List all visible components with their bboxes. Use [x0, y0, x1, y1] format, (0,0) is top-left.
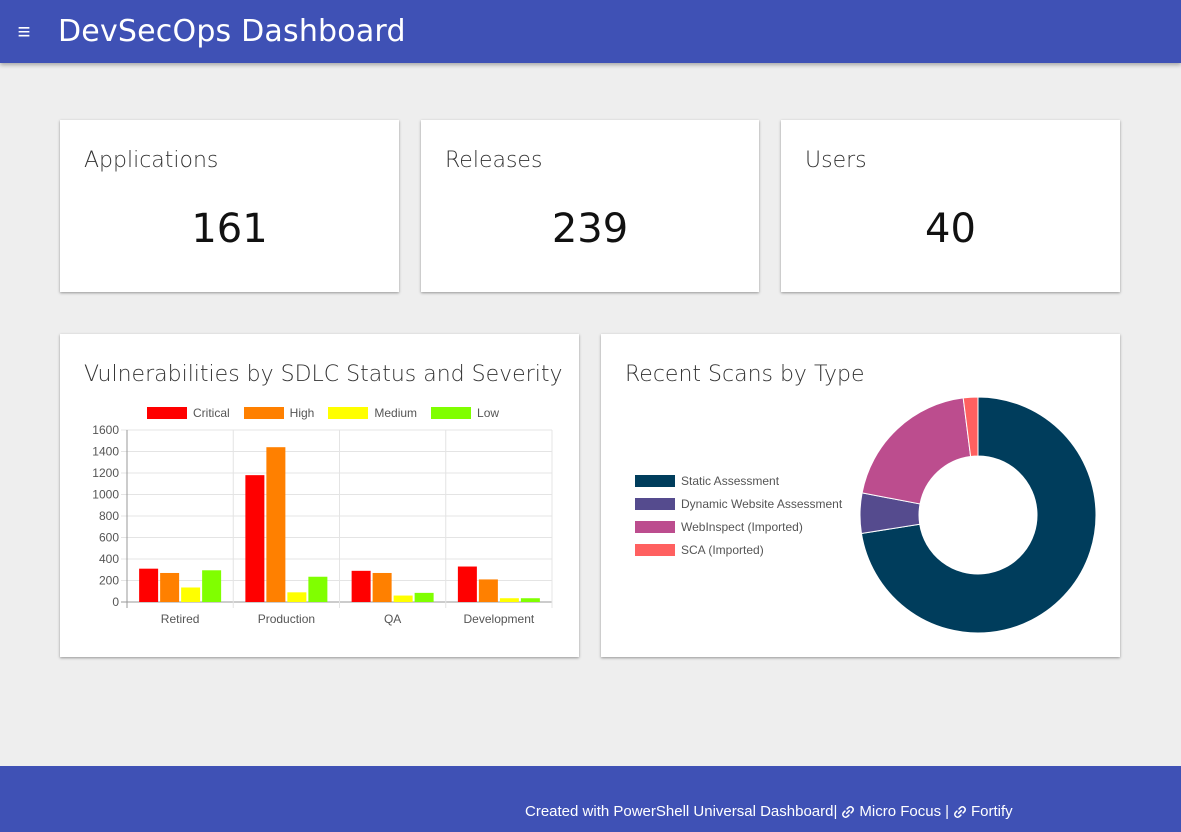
bar-low-retired[interactable]: [202, 570, 222, 602]
app-bar: ≡ DevSecOps Dashboard: [0, 0, 1181, 63]
vulnerabilities-bar-chart: 0 200 400 600 800 1000 1200 1400 1600 Retired Prod…: [92, 423, 553, 626]
footer-credit: Created with PowerShell Universal Dashbo…: [525, 803, 838, 820]
x-tick-label: QA: [384, 612, 401, 626]
menu-icon[interactable]: ≡: [0, 0, 48, 63]
users-count: 40: [925, 206, 976, 252]
bar-high-development[interactable]: [478, 579, 498, 602]
bar-low-development[interactable]: [520, 598, 540, 602]
footer: Created with PowerShell Universal Dashbo…: [0, 766, 1181, 832]
y-tick-label: 1000: [92, 488, 119, 502]
y-tick-label: 0: [112, 595, 119, 609]
bar-critical-production[interactable]: [245, 475, 265, 602]
applications-count: 161: [191, 206, 268, 252]
footer-separator: |: [945, 803, 949, 820]
users-title: Users: [805, 148, 867, 173]
bar-medium-development[interactable]: [499, 598, 519, 602]
scans-donut-chart: [859, 396, 1097, 634]
x-tick-label: Development: [464, 612, 535, 626]
x-tick-label: Retired: [161, 612, 200, 626]
y-tick-label: 400: [99, 552, 119, 566]
bar-critical-qa[interactable]: [351, 570, 371, 602]
bar-medium-production[interactable]: [287, 592, 307, 602]
bar-critical-retired[interactable]: [139, 568, 159, 602]
fortify-link-label: Fortify: [970, 803, 1013, 820]
bar-critical-development[interactable]: [457, 566, 477, 602]
micro-focus-link-label: Micro Focus: [859, 803, 942, 820]
x-tick-label: Production: [258, 612, 315, 626]
link-icon: [842, 805, 855, 818]
y-tick-label: 800: [99, 509, 119, 523]
releases-card: Releases 239: [421, 120, 759, 292]
y-tick-label: 200: [99, 574, 119, 588]
bar-high-production[interactable]: [266, 447, 286, 602]
users-card: Users 40: [781, 120, 1120, 292]
scans-chart-card: Recent Scans by Type Static Assessment Dy…: [601, 334, 1120, 657]
donut-slice[interactable]: [861, 397, 972, 505]
fortify-link[interactable]: Fortify: [953, 803, 1013, 820]
y-tick-label: 1600: [92, 423, 119, 437]
link-icon: [954, 805, 966, 818]
bar-low-production[interactable]: [308, 576, 328, 602]
bar-low-qa[interactable]: [414, 592, 434, 602]
applications-card: Applications 161: [60, 120, 399, 292]
applications-title: Applications: [84, 148, 219, 173]
bar-high-retired[interactable]: [160, 572, 180, 602]
releases-title: Releases: [445, 148, 543, 173]
app-title: DevSecOps Dashboard: [58, 14, 406, 49]
releases-count: 239: [551, 206, 629, 252]
y-tick-label: 600: [99, 531, 119, 545]
bar-medium-retired[interactable]: [181, 587, 201, 602]
y-tick-label: 1200: [92, 466, 119, 480]
micro-focus-link[interactable]: Micro Focus: [841, 803, 941, 820]
vulnerabilities-chart-card: Vulnerabilities by SDLC Status and Sever…: [60, 334, 579, 657]
bar-high-qa[interactable]: [372, 572, 392, 602]
bar-medium-qa[interactable]: [393, 595, 413, 602]
y-tick-label: 1400: [92, 445, 119, 459]
